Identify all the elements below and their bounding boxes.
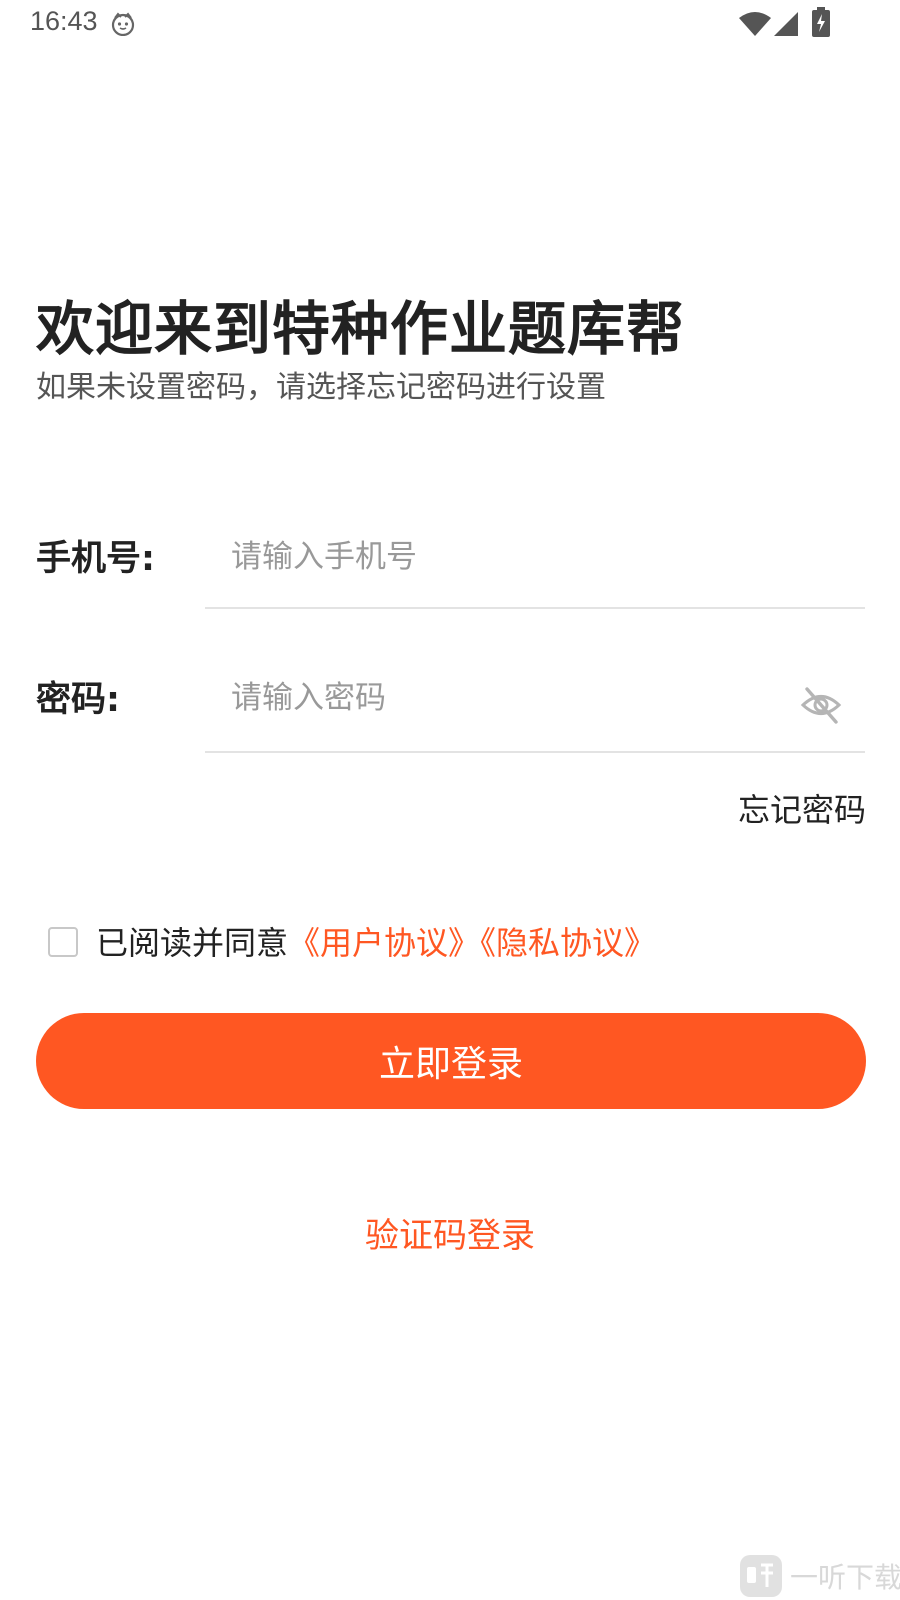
- cat-face-icon: [111, 12, 135, 36]
- privacy-agreement-link[interactable]: 《隐私协议》: [480, 924, 656, 962]
- eye-off-icon[interactable]: [800, 684, 842, 726]
- phone-label: 手机号:: [36, 539, 155, 579]
- user-agreement-link[interactable]: 《用户协议》: [288, 924, 480, 962]
- wifi-icon: [739, 12, 771, 36]
- login-button[interactable]: 立即登录: [36, 1013, 866, 1109]
- watermark: 一听下载: [740, 1555, 900, 1597]
- agreement-checkbox[interactable]: [48, 927, 78, 957]
- status-bar: 16:43: [0, 0, 900, 48]
- password-input[interactable]: [205, 663, 801, 733]
- status-time: 16:43: [30, 6, 98, 36]
- battery-charging-icon: [812, 7, 830, 37]
- forgot-password-link[interactable]: 忘记密码: [738, 785, 866, 831]
- agreement-prefix: 已阅读并同意: [96, 924, 289, 962]
- phone-underline: [205, 607, 865, 609]
- page-title: 欢迎来到特种作业题库帮: [36, 295, 686, 363]
- page-subtitle: 如果未设置密码，请选择忘记密码进行设置: [36, 370, 606, 405]
- agreement-text: 已阅读并同意《用户协议》《隐私协议》: [96, 918, 656, 964]
- listen-logo-icon: [740, 1555, 782, 1597]
- sms-login-link[interactable]: 验证码登录: [0, 1208, 900, 1257]
- watermark-text: 一听下载: [790, 1561, 900, 1594]
- password-label: 密码:: [36, 680, 120, 720]
- signal-icon: [774, 12, 798, 36]
- password-underline: [205, 751, 865, 753]
- phone-input[interactable]: [205, 522, 851, 592]
